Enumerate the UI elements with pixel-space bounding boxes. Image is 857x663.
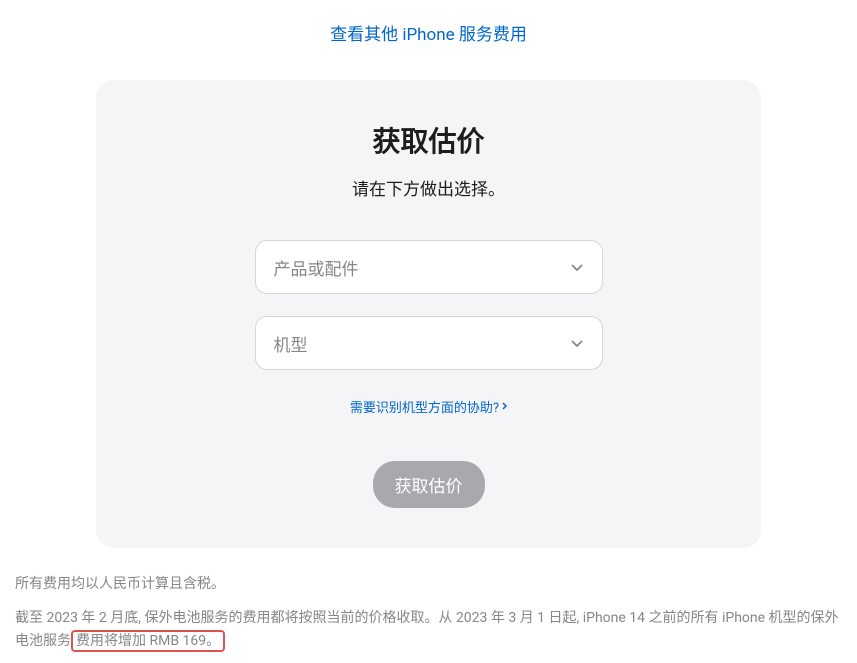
product-select[interactable]: 产品或配件 bbox=[255, 240, 603, 294]
help-link-label: 需要识别机型方面的协助? bbox=[350, 397, 499, 416]
footer-line-2: 截至 2023 年 2 月底, 保外电池服务的费用都将按照当前的价格收取。从 2… bbox=[15, 607, 842, 652]
model-select[interactable]: 机型 bbox=[255, 316, 603, 370]
product-select-placeholder: 产品或配件 bbox=[274, 255, 570, 280]
card-title: 获取估价 bbox=[146, 120, 711, 160]
price-increase-highlight: 费用将增加 RMB 169。 bbox=[71, 630, 225, 652]
chevron-right-icon bbox=[502, 399, 507, 414]
chevron-down-icon bbox=[570, 336, 584, 350]
chevron-down-icon bbox=[570, 260, 584, 274]
footer-notes: 所有费用均以人民币计算且含税。 截至 2023 年 2 月底, 保外电池服务的费… bbox=[10, 573, 847, 652]
footer-line-1: 所有费用均以人民币计算且含税。 bbox=[15, 573, 842, 595]
other-services-link[interactable]: 查看其他 iPhone 服务费用 bbox=[10, 20, 847, 45]
estimate-card: 获取估价 请在下方做出选择。 产品或配件 机型 需要识别机型方面的协助? bbox=[96, 80, 761, 548]
card-subtitle: 请在下方做出选择。 bbox=[146, 175, 711, 200]
get-estimate-button[interactable]: 获取估价 bbox=[373, 461, 485, 508]
identify-model-help-link[interactable]: 需要识别机型方面的协助? bbox=[350, 397, 507, 416]
model-select-placeholder: 机型 bbox=[274, 331, 570, 356]
